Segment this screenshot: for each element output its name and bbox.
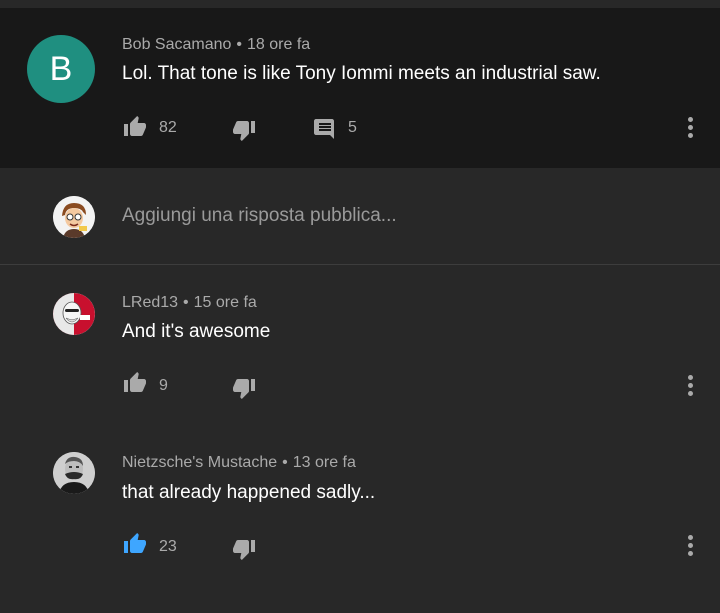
comment-text: And it's awesome (122, 321, 271, 342)
author-name[interactable]: LRed13 (122, 294, 178, 311)
thumbs-down-icon[interactable] (231, 537, 257, 561)
comment-meta: Bob Sacamano • 18 ore fa (122, 36, 310, 54)
cartoon-avatar-icon (53, 196, 95, 238)
like-count: 82 (159, 119, 177, 136)
colonel-avatar-icon (53, 293, 95, 335)
main-comment (0, 8, 720, 168)
like-count: 9 (159, 377, 168, 394)
thumbs-up-icon[interactable] (122, 371, 148, 395)
separator: • (282, 454, 288, 471)
portrait-avatar-icon (53, 452, 95, 494)
thumbs-down-icon[interactable] (231, 376, 257, 400)
separator: • (183, 294, 189, 311)
thumbs-up-icon[interactable] (122, 115, 148, 139)
comment-meta: LRed13 • 15 ore fa (122, 294, 257, 312)
avatar[interactable] (53, 293, 95, 335)
reply-comment-icon[interactable] (313, 117, 337, 141)
thumbs-up-icon[interactable] (122, 532, 148, 556)
timestamp[interactable]: 13 ore fa (293, 454, 356, 471)
comment-text: that already happened sadly... (122, 482, 376, 503)
comment-meta: Nietzsche's Mustache • 13 ore fa (122, 454, 356, 472)
avatar[interactable]: B (27, 35, 95, 103)
avatar (53, 196, 95, 238)
reply-count: 5 (348, 119, 357, 136)
thumbs-down-icon[interactable] (231, 118, 257, 142)
more-vert-icon[interactable] (687, 375, 693, 399)
divider (0, 264, 720, 265)
author-name[interactable]: Nietzsche's Mustache (122, 454, 277, 471)
timestamp[interactable]: 18 ore fa (247, 36, 310, 53)
more-vert-icon[interactable] (687, 535, 693, 559)
author-name[interactable]: Bob Sacamano (122, 36, 231, 53)
like-count: 23 (159, 538, 177, 555)
comment-text: Lol. That tone is like Tony Iommi meets … (122, 63, 601, 84)
top-bar (0, 0, 720, 8)
avatar-letter: B (49, 49, 73, 88)
timestamp[interactable]: 15 ore fa (194, 294, 257, 311)
separator: • (236, 36, 243, 53)
more-vert-icon[interactable] (687, 117, 693, 141)
reply-input[interactable]: Aggiungi una risposta pubblica... (122, 205, 397, 227)
avatar[interactable] (53, 452, 95, 494)
